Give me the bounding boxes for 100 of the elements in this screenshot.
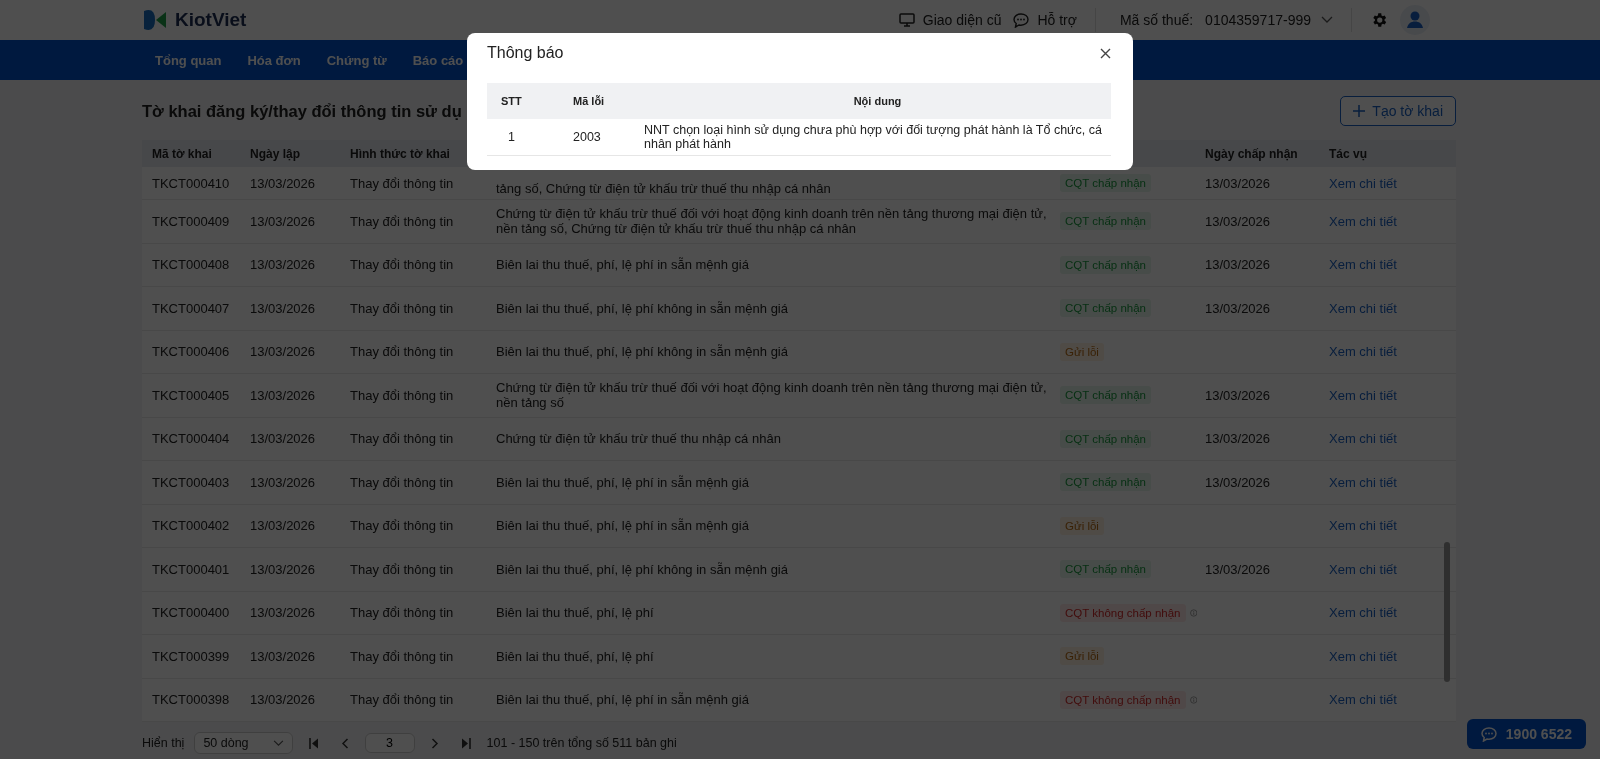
table-cell-text: 13/03/2026 [250,300,317,316]
status-badge: CQT chấp nhận [1060,560,1151,579]
table-cell-text: 13/03/2026 [250,175,317,191]
table-cell-text: Thay đổi thông tin [350,387,455,403]
page-size-label: Hiển thị [142,736,185,750]
table-cell-text: Thay đổi thông tin [350,605,455,621]
avatar-icon[interactable] [1400,5,1430,35]
table-cell-text: Thay đổi thông tin [350,213,455,229]
status-badge: Gửi lỗi [1060,647,1104,666]
column-header: Mã lỗi [573,95,606,107]
table-cell-text: Thay đổi thông tin [350,175,455,191]
table-cell-text: 13/03/2026 [1205,175,1272,191]
table-cell-text: 13/03/2026 [250,344,317,360]
previous-page-icon[interactable] [340,737,349,749]
table-cell-text: Thay đổi thông tin [350,344,455,360]
table-cell-text: 13/03/2026 [1205,300,1272,316]
table-cell-text: Thay đổi thông tin [350,692,455,708]
view-detail-link[interactable]: Xem chi tiết [1329,648,1397,664]
column-header: Nội dung [852,95,903,107]
status-badge: CQT không chấp nhận [1060,603,1186,622]
table-cell-text: TKCT000407 [152,300,231,316]
status-badge: CQT chấp nhận [1060,386,1151,405]
table-cell-text: 13/03/2026 [1205,561,1272,577]
table-cell-text: 13/03/2026 [1205,387,1272,403]
table-cell-text: Chứng từ điện tử khấu trừ thuế đối với hoạt động kinh doanh trên nền tảng thương mại điện tử, nền tảng số, Chứng từ điện tử khấu trừ thuế thu nhập cá nhân [496,206,1048,237]
last-page-icon[interactable] [460,737,471,749]
view-detail-link[interactable]: Xem chi tiết [1329,344,1397,360]
status-badge: CQT chấp nhận [1060,255,1151,274]
view-detail-link[interactable]: Xem chi tiết [1329,175,1397,191]
table-cell-text: Biên lai thu thuế, phí, lệ phí in sẵn mệnh giá [496,257,750,273]
nav-tab[interactable]: Báo cáo [399,40,477,80]
column-header: Tác vụ [1329,146,1368,161]
table-cell-text: 13/03/2026 [250,605,317,621]
table-cell-text: TKCT000409 [152,213,231,229]
tax-code-label: Mã số thuế: [1119,12,1194,28]
table-cell-text: 13/03/2026 [250,518,317,534]
table-cell-text: Biên lai thu thuế, phí, lệ phí in sẵn mệnh giá [496,518,750,534]
view-detail-link[interactable]: Xem chi tiết [1329,605,1397,621]
table-cell-text: TKCT000398 [152,692,231,708]
logo-icon [142,7,168,33]
table-cell-text: 13/03/2026 [250,561,317,577]
view-detail-link[interactable]: Xem chi tiết [1329,692,1397,708]
table-cell-text: 13/03/2026 [250,474,317,490]
nav-tab[interactable]: Chứng từ [313,40,400,80]
nav-tab[interactable]: Tổng quan [142,40,235,80]
table-cell-text: TKCT000404 [152,431,231,447]
brand-name: KiotViet [175,9,247,31]
page-number-field[interactable]: 3 [364,733,415,753]
tax-code-dropdown[interactable]: 0104359717-999 [1205,12,1333,28]
view-detail-link[interactable]: Xem chi tiết [1329,213,1397,229]
table-cell-text: NNT chọn loại hình sử dụng chưa phù hợp với đối tượng phát hành là Tổ chức, cá nhân phát hành [644,123,1103,151]
close-icon[interactable] [1100,47,1111,59]
view-detail-link[interactable]: Xem chi tiết [1329,561,1397,577]
dialog-title: Thông báo [487,44,564,62]
create-button[interactable]: Tạo tờ khai [1340,96,1456,126]
table-cell-text: Thay đổi thông tin [350,561,455,577]
old-ui-link[interactable]: Giao diện cũ [898,12,1002,28]
table-cell-text: Biên lai thu thuế, phí, lệ phí không in sẵn mệnh giá [496,300,789,316]
view-detail-link[interactable]: Xem chi tiết [1329,300,1397,316]
view-detail-link[interactable]: Xem chi tiết [1329,518,1397,534]
next-page-icon[interactable] [430,737,439,749]
table-cell-text: Thay đổi thông tin [350,257,455,273]
table-cell-text: TKCT000410 [152,175,231,191]
table-cell-text: Chứng từ điện tử khấu trừ thuế thu nhập cá nhân [496,431,782,447]
table-cell-text: Biên lai thu thuế, phí, lệ phí không in sẵn mệnh giá [496,561,789,577]
status-badge: Gửi lỗi [1060,516,1104,535]
table-cell-text: TKCT000408 [152,257,231,273]
table-cell-text: Thay đổi thông tin [350,474,455,490]
table-cell-text: 13/03/2026 [1205,474,1272,490]
status-badge: Gửi lỗi [1060,342,1104,361]
view-detail-link[interactable]: Xem chi tiết [1329,474,1397,490]
page-title: Tờ khai đăng ký/thay đổi thông tin sử dụ [142,101,462,121]
table-cell-text: TKCT000399 [152,648,231,664]
column-header: Ngày chấp nhận [1205,146,1299,161]
table-cell-text: 13/03/2026 [250,692,317,708]
table-cell-text: 13/03/2026 [250,257,317,273]
table-cell-text: Biên lai thu thuế, phí, lệ phí [496,648,655,664]
table-cell-text: Thay đổi thông tin [350,648,455,664]
table-cell-text: 13/03/2026 [250,213,317,229]
table-cell-text: TKCT000401 [152,561,231,577]
hotline-button[interactable]: 1900 6522 [1466,719,1586,749]
caret-icon [1321,16,1333,24]
view-detail-link[interactable]: Xem chi tiết [1329,387,1397,403]
column-header: Ngày lập [250,146,301,161]
table-cell-text: tảng số, Chứng từ điện tử khấu trừ thuế thu nhập cá nhân [496,181,832,198]
table-cell-text: Biên lai thu thuế, phí, lệ phí in sẵn mệnh giá [496,692,750,708]
support-link[interactable]: Hỗ trợ [1013,12,1077,28]
view-detail-link[interactable]: Xem chi tiết [1329,431,1397,447]
table-cell-text: 13/03/2026 [250,648,317,664]
table-cell-text: TKCT000403 [152,474,231,490]
caret-icon [272,739,284,747]
first-page-icon[interactable] [308,737,319,749]
table-cell-text: 1 [507,130,516,144]
table-cell-text: TKCT000402 [152,518,231,534]
nav-tab[interactable]: Hóa đơn [234,40,314,80]
column-header: STT [500,95,523,107]
view-detail-link[interactable]: Xem chi tiết [1329,257,1397,273]
table-cell-text: Biên lai thu thuế, phí, lệ phí in sẵn mệnh giá [496,474,750,490]
page-size-select[interactable]: 50 dòng [194,732,293,754]
table-cell-text: Thay đổi thông tin [350,431,455,447]
